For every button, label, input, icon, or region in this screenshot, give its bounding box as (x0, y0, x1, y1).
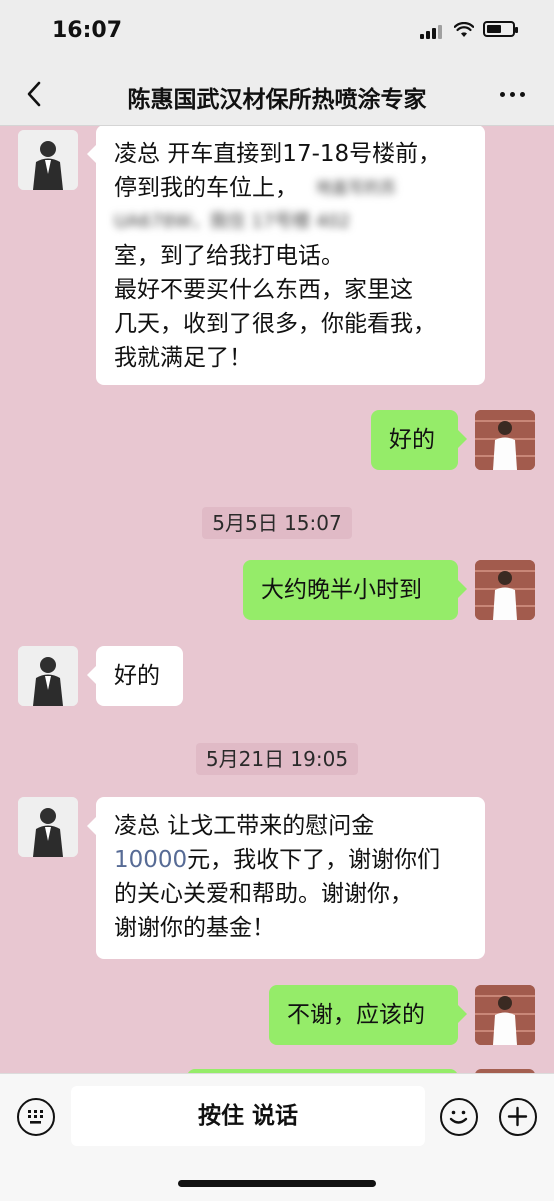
message-line: 最好不要买什么东西，家里这 (114, 277, 413, 303)
contact-avatar[interactable] (18, 646, 78, 706)
message-line: 10000元，我收下了，谢谢你们 (114, 843, 467, 877)
message-line: 几天，收到了很多，你能看我， (114, 311, 436, 337)
message-bubble-outgoing[interactable]: 不谢，应该的 (269, 985, 467, 1045)
message-line: 的关心关爱和帮助。谢谢你， (114, 881, 413, 907)
my-avatar[interactable] (475, 410, 535, 470)
message-line: 室，到了给我打电话。 (114, 243, 344, 269)
blurred-address: 地盖写的苏 (316, 178, 397, 197)
message-bubble-outgoing[interactable]: 大约晚半小时到 (243, 560, 467, 620)
battery-icon (483, 21, 518, 37)
status-time: 16:07 (52, 18, 123, 43)
my-avatar[interactable] (475, 560, 535, 620)
message-line: 停到我的车位上， (114, 175, 298, 201)
message-line: 凌总 让戈工带来的慰问金 (114, 813, 375, 839)
message-line-rest: 元，我收下了，谢谢你们 (187, 847, 441, 873)
blurred-address: UA678W，我住 17号楼 402 (114, 211, 351, 232)
hold-to-talk-button[interactable]: 按住 说话 (71, 1086, 425, 1146)
message-line: 凌总 开车直接到17-18号楼前， (114, 141, 442, 167)
timestamp: 5月21日 19:05 (195, 743, 359, 775)
amount-link[interactable]: 10000 (114, 847, 187, 873)
message-bubble-incoming[interactable]: 凌总 让戈工带来的慰问金 10000元，我收下了，谢谢你们 的关心关爱和帮助。谢… (87, 797, 485, 959)
chat-header: 陈惠国武汉材保所热喷涂专家 (0, 62, 554, 126)
plus-icon[interactable] (499, 1098, 537, 1136)
message-bubble-incoming[interactable]: 凌总 开车直接到17-18号楼前， 停到我的车位上， 地盖写的苏 UA678W，… (87, 125, 485, 385)
message-list[interactable]: 凌总 开车直接到17-18号楼前， 停到我的车位上， 地盖写的苏 UA678W，… (0, 125, 554, 1073)
message-text: 大约晚半小时到 (261, 577, 422, 603)
message-text: 好的 (114, 663, 160, 689)
status-bar: 16:07 (0, 0, 554, 62)
timestamp: 5月5日 15:07 (202, 507, 352, 539)
my-avatar[interactable] (475, 985, 535, 1045)
message-text: 好的 (389, 427, 435, 453)
keyboard-icon[interactable] (17, 1098, 55, 1136)
contact-avatar[interactable] (18, 797, 78, 857)
message-line: 我就满足了！ (114, 345, 252, 371)
cellular-signal-icon (420, 23, 444, 39)
timestamp-row: 5月21日 19:05 (0, 743, 554, 775)
timestamp-row: 5月5日 15:07 (0, 507, 554, 539)
emoji-icon[interactable] (440, 1098, 478, 1136)
message-line: 谢谢你的基金！ (114, 915, 275, 941)
message-bubble-outgoing[interactable]: 好的 (371, 410, 467, 470)
back-arrow-icon[interactable] (24, 80, 44, 108)
more-options-icon[interactable] (500, 92, 526, 98)
chat-title: 陈惠国武汉材保所热喷涂专家 (127, 87, 427, 113)
contact-avatar[interactable] (18, 130, 78, 190)
message-bubble-incoming[interactable]: 好的 (87, 646, 183, 706)
message-text: 不谢，应该的 (287, 1002, 425, 1028)
wifi-icon (454, 22, 474, 37)
home-indicator[interactable] (178, 1180, 376, 1187)
